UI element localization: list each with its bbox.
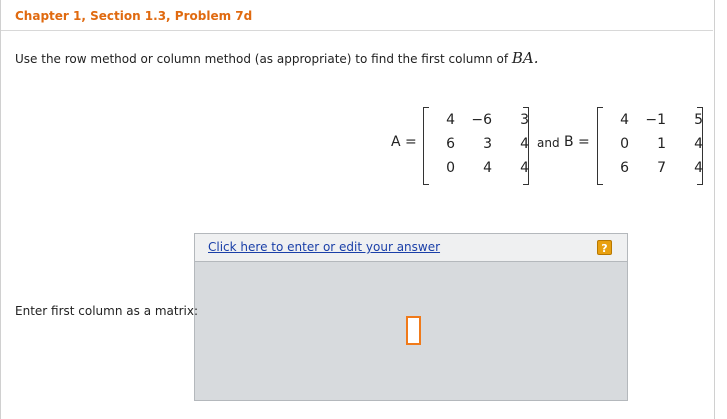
- matrix-a: 4 −6 3 6 3 4 0 4 4: [423, 107, 529, 185]
- matB-cell: 5: [694, 112, 703, 128]
- matB-cell: 6: [620, 160, 629, 176]
- matrix-b-label: B =: [564, 134, 590, 150]
- problem-prompt: Use the row method or column method (as …: [15, 49, 539, 67]
- title-divider: [1, 30, 713, 31]
- matB-bracket: [597, 184, 603, 185]
- matB-cell: 0: [620, 136, 629, 152]
- help-icon[interactable]: ?: [597, 240, 612, 255]
- matrix-b-label-text: B =: [564, 134, 590, 150]
- prompt-text: Use the row method or column method (as …: [15, 52, 512, 66]
- matrix-a-label-text: A =: [391, 134, 417, 150]
- matB-cell: 1: [657, 136, 666, 152]
- matA-bracket: [523, 107, 529, 108]
- problem-title: Chapter 1, Section 1.3, Problem 7d: [15, 9, 253, 23]
- matA-bracket: [523, 184, 529, 185]
- matrix-b: 4 −1 5 0 1 4 6 7 4: [597, 107, 703, 185]
- matA-cell: −6: [471, 112, 492, 128]
- matA-cell: 4: [520, 160, 529, 176]
- matB-cell: 4: [694, 136, 703, 152]
- edit-answer-link[interactable]: Click here to enter or edit your answer: [208, 240, 440, 254]
- answer-panel-header: Click here to enter or edit your answer …: [195, 234, 627, 262]
- answer-matrix-input[interactable]: [406, 316, 421, 345]
- matB-cell: −1: [645, 112, 666, 128]
- and-text: and: [537, 136, 560, 150]
- matA-bracket: [423, 107, 424, 185]
- matA-cell: 4: [446, 112, 455, 128]
- entry-label: Enter first column as a matrix:: [15, 304, 199, 318]
- matB-bracket: [597, 107, 598, 185]
- matB-bracket: [597, 107, 603, 108]
- matB-cell: 7: [657, 160, 666, 176]
- matB-cell: 4: [620, 112, 629, 128]
- matrix-a-label: A =: [391, 134, 417, 150]
- matA-cell: 4: [483, 160, 492, 176]
- matA-bracket: [423, 184, 429, 185]
- matA-bracket: [423, 107, 429, 108]
- matB-bracket: [697, 184, 703, 185]
- prompt-math: BA.: [511, 49, 539, 67]
- matA-cell: 3: [520, 112, 529, 128]
- matA-cell: 0: [446, 160, 455, 176]
- matB-bracket: [697, 107, 703, 108]
- matA-cell: 4: [520, 136, 529, 152]
- matA-cell: 3: [483, 136, 492, 152]
- matA-cell: 6: [446, 136, 455, 152]
- matB-cell: 4: [694, 160, 703, 176]
